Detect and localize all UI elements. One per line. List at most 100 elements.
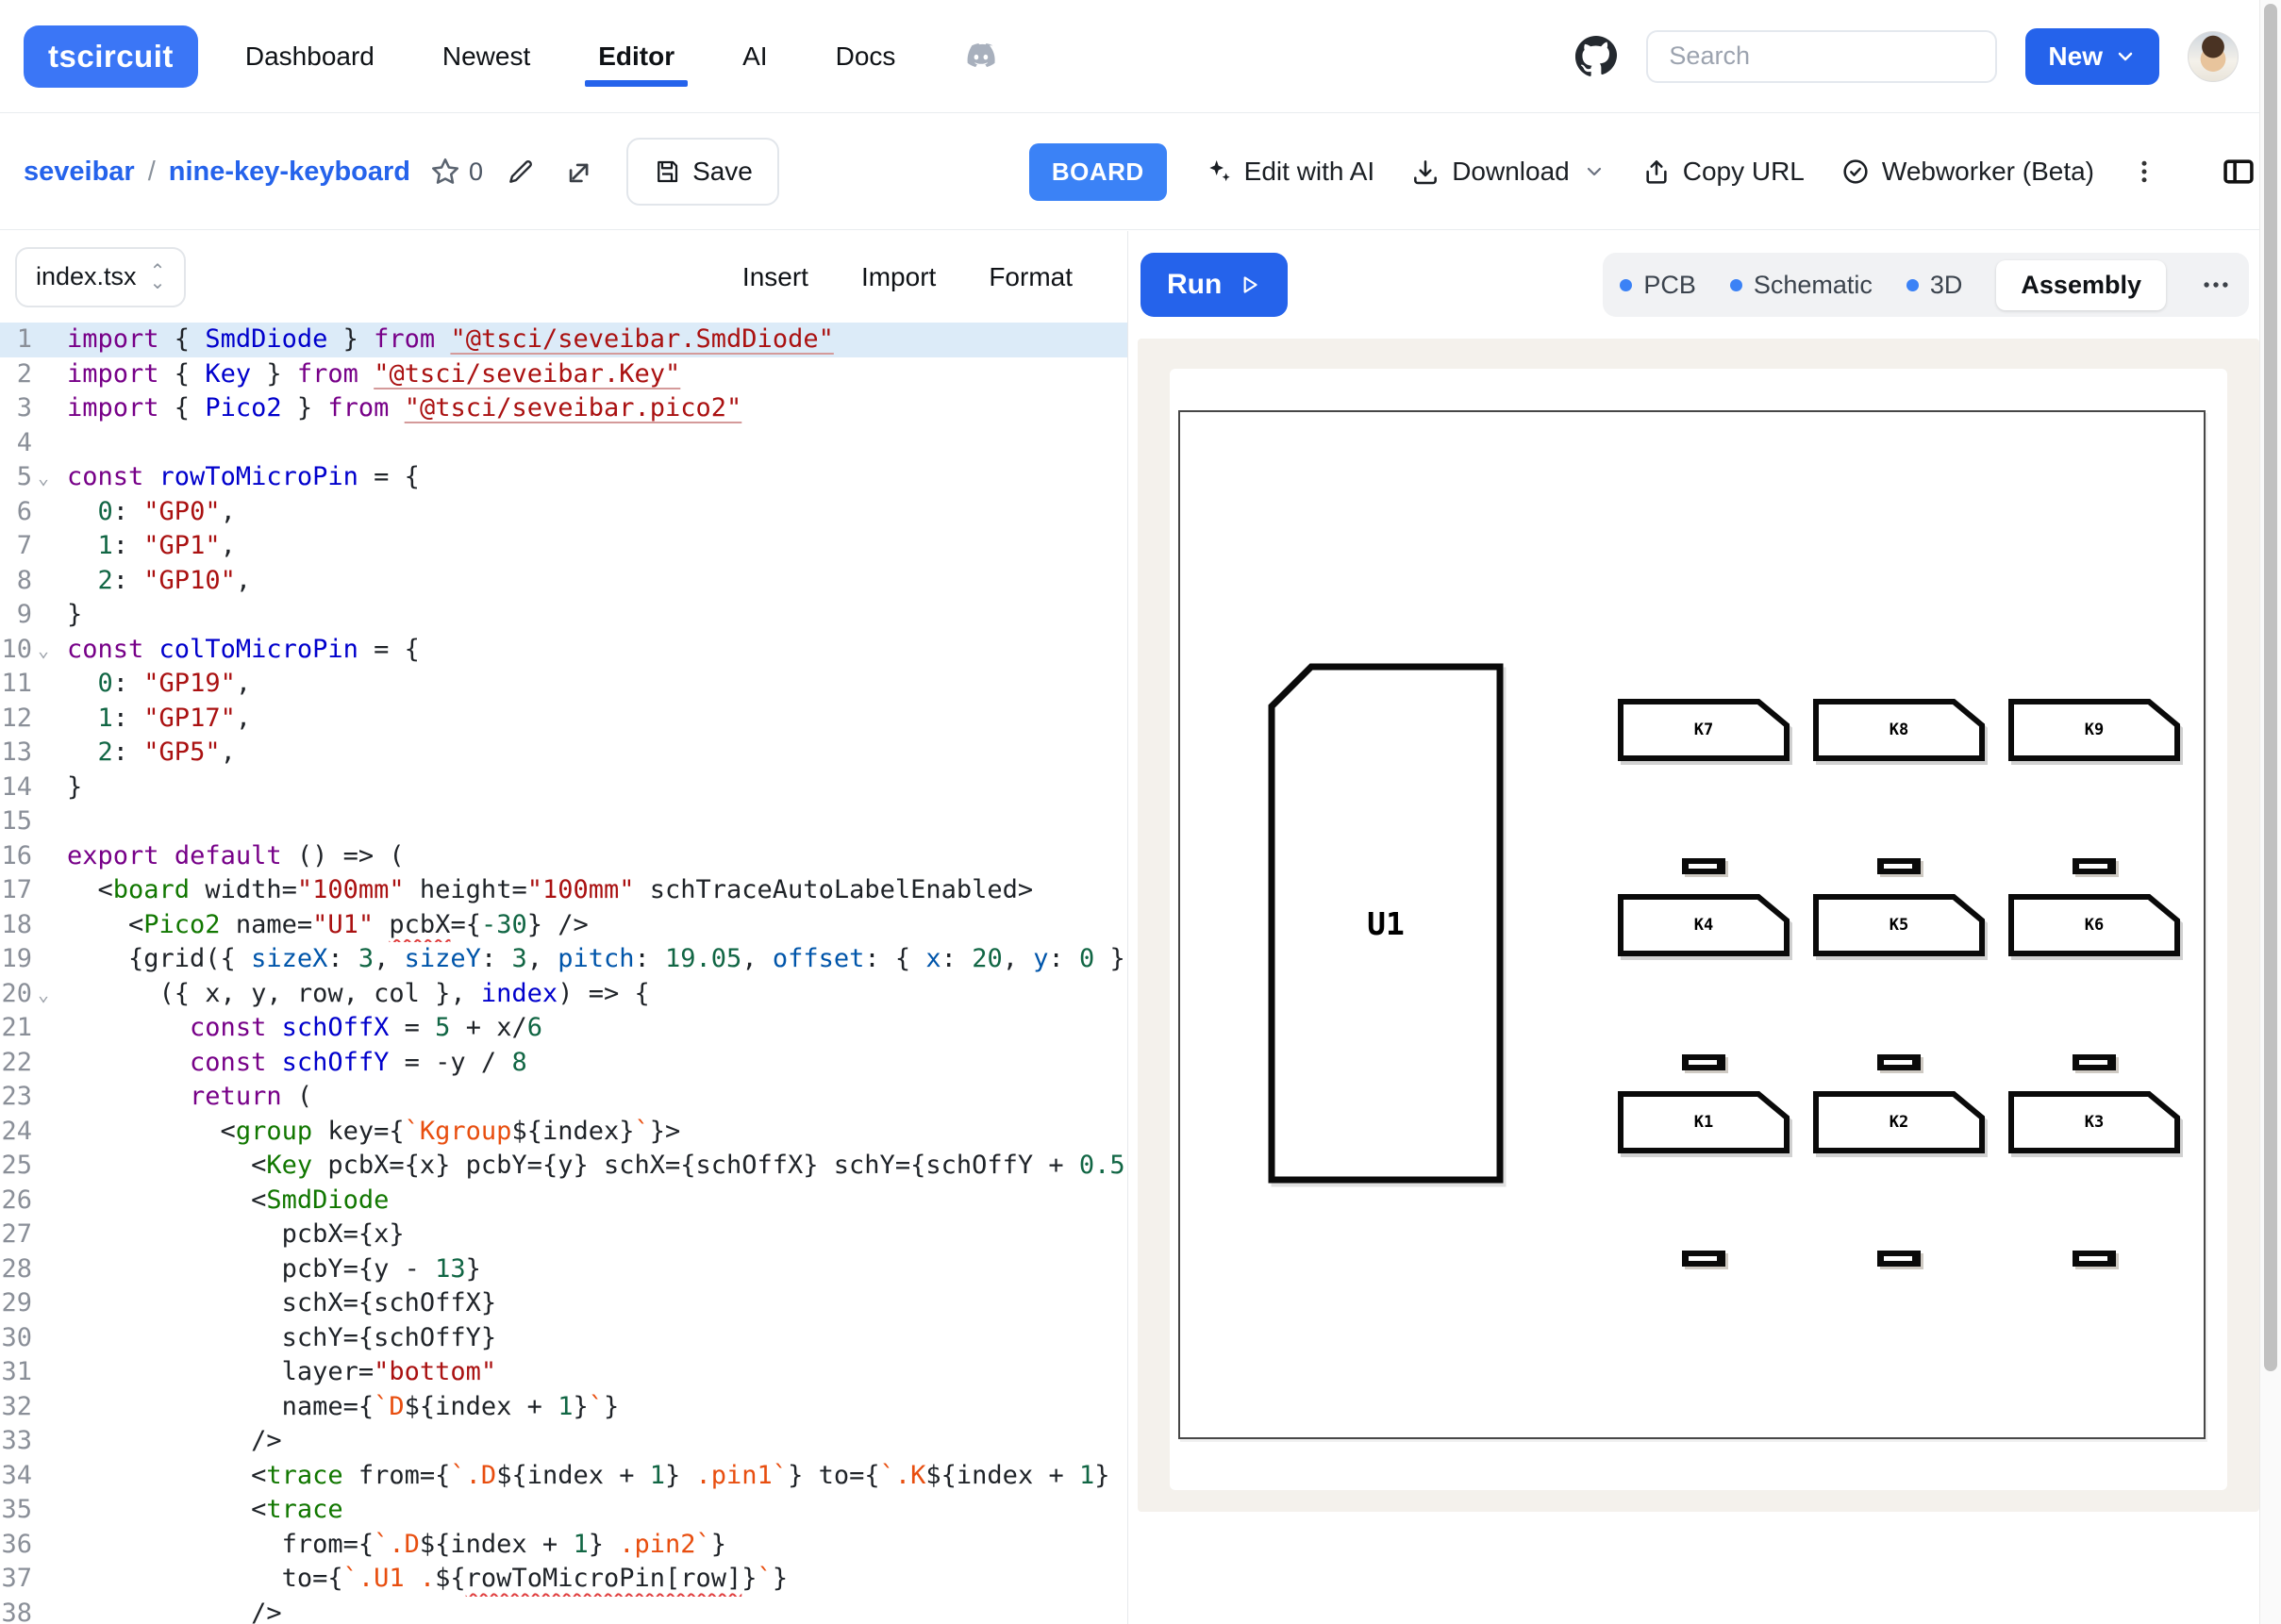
- diode-component: [1682, 1251, 1725, 1267]
- code-text: <trace: [55, 1493, 1127, 1528]
- code-line[interactable]: 14}: [0, 771, 1127, 805]
- code-line[interactable]: 21 const schOffX = 5 + x/6: [0, 1011, 1127, 1046]
- tabs-more-button[interactable]: [2200, 269, 2232, 301]
- edit-with-ai-button[interactable]: Edit with AI: [1203, 157, 1375, 187]
- code-text: to={`.U1 .${rowToMicroPin[row]}`}: [55, 1562, 1127, 1597]
- tscircuit-logo[interactable]: tscircuit: [24, 25, 198, 88]
- code-line[interactable]: 34 <trace from={`.D${index + 1} .pin1`} …: [0, 1459, 1127, 1494]
- code-line[interactable]: 1import { SmdDiode } from "@tsci/seveiba…: [0, 323, 1127, 357]
- avatar[interactable]: [2188, 31, 2239, 82]
- assembly-canvas-background: U1 K7K8K9K4K5K6K1K2K3: [1138, 339, 2259, 1512]
- open-in-new-button[interactable]: [564, 156, 596, 188]
- panel-toggle-button[interactable]: [2221, 156, 2256, 188]
- code-line[interactable]: 33 />: [0, 1424, 1127, 1459]
- code-line[interactable]: 32 name={`D${index + 1}`}: [0, 1390, 1127, 1425]
- line-number: 14: [0, 771, 32, 805]
- save-button[interactable]: Save: [626, 138, 779, 206]
- tab-3d[interactable]: 3D: [1906, 271, 1963, 300]
- discord-icon[interactable]: [957, 35, 1001, 78]
- code-line[interactable]: 18 <Pico2 name="U1" pcbX={-30} />: [0, 908, 1127, 943]
- nav-item-docs[interactable]: Docs: [836, 41, 896, 72]
- nav-item-ai[interactable]: AI: [742, 41, 767, 72]
- fold-marker[interactable]: ⌄: [32, 460, 55, 495]
- code-text: return (: [55, 1080, 1127, 1115]
- code-line[interactable]: 7 1: "GP1",: [0, 529, 1127, 564]
- star-button[interactable]: [429, 156, 461, 188]
- line-number: 17: [0, 873, 32, 908]
- rename-button[interactable]: [506, 157, 536, 187]
- code-line[interactable]: 2import { Key } from "@tsci/seveibar.Key…: [0, 357, 1127, 392]
- more-menu-button[interactable]: [2130, 157, 2158, 186]
- code-line[interactable]: 37 to={`.U1 .${rowToMicroPin[row]}`}: [0, 1562, 1127, 1597]
- github-icon[interactable]: [1574, 35, 1618, 78]
- code-line[interactable]: 13 2: "GP5",: [0, 736, 1127, 771]
- main-nav: Dashboard Newest Editor AI Docs: [245, 41, 896, 72]
- new-button[interactable]: New: [2025, 28, 2159, 85]
- nav-item-dashboard[interactable]: Dashboard: [245, 41, 375, 72]
- code-line[interactable]: 10⌄const colToMicroPin = {: [0, 633, 1127, 668]
- line-number: 25: [0, 1149, 32, 1184]
- code-line[interactable]: 29 schX={schOffX}: [0, 1286, 1127, 1321]
- code-line[interactable]: 23 return (: [0, 1080, 1127, 1115]
- code-line[interactable]: 6 0: "GP0",: [0, 495, 1127, 530]
- breadcrumb-owner[interactable]: seveibar: [24, 157, 135, 188]
- fold-marker: [32, 942, 55, 977]
- menu-insert[interactable]: Insert: [742, 262, 808, 292]
- code-line[interactable]: 11 0: "GP19",: [0, 667, 1127, 702]
- fold-marker[interactable]: ⌄: [32, 977, 55, 1012]
- code-line[interactable]: 31 layer="bottom": [0, 1355, 1127, 1390]
- fold-marker[interactable]: ⌄: [32, 633, 55, 668]
- assembly-canvas[interactable]: U1 K7K8K9K4K5K6K1K2K3: [1170, 369, 2227, 1490]
- code-line[interactable]: 35 <trace: [0, 1493, 1127, 1528]
- line-number: 15: [0, 804, 32, 839]
- sparkles-icon: [1203, 157, 1233, 187]
- code-line[interactable]: 36 from={`.D${index + 1} .pin2`}: [0, 1528, 1127, 1563]
- code-line[interactable]: 5⌄const rowToMicroPin = {: [0, 460, 1127, 495]
- code-line[interactable]: 17 <board width="100mm" height="100mm" s…: [0, 873, 1127, 908]
- status-dot: [1906, 279, 1919, 291]
- run-button[interactable]: Run: [1140, 253, 1288, 317]
- code-line[interactable]: 25 <Key pcbX={x} pcbY={y} schX={schOffX}…: [0, 1149, 1127, 1184]
- scrollbar-thumb[interactable]: [2264, 4, 2277, 1371]
- diode-component: [1682, 858, 1725, 874]
- file-selector[interactable]: index.tsx ⌃⌄: [15, 247, 186, 307]
- tab-pcb[interactable]: PCB: [1620, 271, 1696, 300]
- code-line[interactable]: 24 <group key={`Kgroup${index}`}>: [0, 1115, 1127, 1150]
- code-area[interactable]: 1import { SmdDiode } from "@tsci/seveiba…: [0, 323, 1127, 1624]
- code-line[interactable]: 30 schY={schOffY}: [0, 1321, 1127, 1356]
- code-line[interactable]: 26 <SmdDiode: [0, 1184, 1127, 1218]
- webworker-toggle[interactable]: Webworker (Beta): [1840, 157, 2094, 187]
- fold-marker: [32, 426, 55, 461]
- menu-format[interactable]: Format: [989, 262, 1073, 292]
- breadcrumb-project[interactable]: nine-key-keyboard: [169, 157, 410, 188]
- code-line[interactable]: 16export default () => (: [0, 839, 1127, 874]
- download-button[interactable]: Download: [1410, 157, 1606, 187]
- code-text: export default () => (: [55, 839, 1127, 874]
- nav-item-newest[interactable]: Newest: [442, 41, 530, 72]
- code-line[interactable]: 4: [0, 426, 1127, 461]
- code-line[interactable]: 8 2: "GP10",: [0, 564, 1127, 599]
- search-input[interactable]: [1646, 30, 1997, 83]
- copy-url-button[interactable]: Copy URL: [1641, 157, 1805, 187]
- page-scrollbar[interactable]: [2259, 0, 2281, 1624]
- menu-import[interactable]: Import: [861, 262, 936, 292]
- key-component-k8: K8: [1813, 699, 1985, 761]
- code-line[interactable]: 27 pcbX={x}: [0, 1218, 1127, 1252]
- code-line[interactable]: 12 1: "GP17",: [0, 702, 1127, 737]
- code-line[interactable]: 9}: [0, 598, 1127, 633]
- nav-item-editor[interactable]: Editor: [598, 41, 674, 72]
- breadcrumb: seveibar / nine-key-keyboard: [24, 157, 410, 188]
- navbar-right: New: [1574, 28, 2239, 85]
- code-line[interactable]: 38 />: [0, 1597, 1127, 1624]
- code-line[interactable]: 20⌄ ({ x, y, row, col }, index) => {: [0, 977, 1127, 1012]
- code-line[interactable]: 3import { Pico2 } from "@tsci/seveibar.p…: [0, 391, 1127, 426]
- code-text: 1: "GP17",: [55, 702, 1127, 737]
- code-line[interactable]: 19 {grid({ sizeX: 3, sizeY: 3, pitch: 19…: [0, 942, 1127, 977]
- code-line[interactable]: 15: [0, 804, 1127, 839]
- code-line[interactable]: 28 pcbY={y - 13}: [0, 1252, 1127, 1287]
- tab-assembly[interactable]: Assembly: [1996, 260, 2166, 310]
- code-line[interactable]: 22 const schOffY = -y / 8: [0, 1046, 1127, 1081]
- run-button-label: Run: [1167, 269, 1222, 301]
- tab-schematic[interactable]: Schematic: [1730, 271, 1873, 300]
- code-text: name={`D${index + 1}`}: [55, 1390, 1127, 1425]
